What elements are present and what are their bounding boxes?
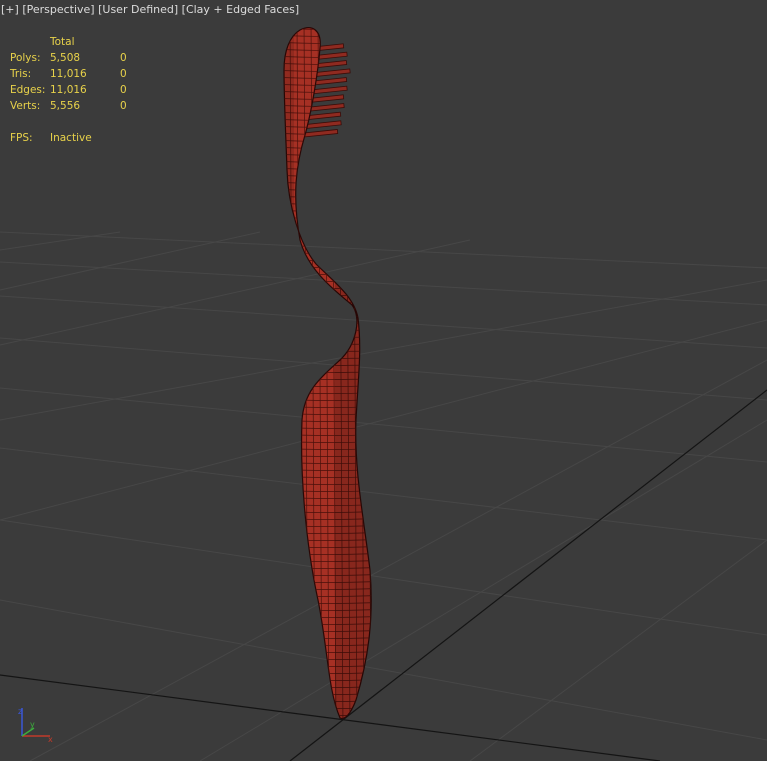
mesh-ring-line [284,349,372,352]
mesh-loop-line [374,20,378,730]
grid-line-v [29,359,767,761]
grid-line-h [0,261,767,306]
axis-x-label: x [48,735,53,744]
grid-line-h [0,519,767,636]
mesh-ring-line [284,223,372,226]
mesh-ring-line [284,230,372,233]
axis-y-line [21,727,35,737]
mesh-ring-line [284,685,372,688]
mesh-ring-line [284,265,372,268]
mesh-ring-line [284,251,372,254]
toothbrush-model[interactable] [270,20,395,740]
mesh-ring-line [284,27,372,30]
grid-line-h [0,337,767,401]
mesh-ring-line [284,307,372,310]
mesh-ring-line [284,321,372,324]
mesh-ring-line [284,293,372,296]
grid-line-v [199,419,767,761]
mesh-ring-line [284,286,372,289]
grid-main-axis-x [0,674,661,761]
mesh-ring-line [284,34,372,37]
grid-line-v [0,239,471,346]
axis-z-label: z [18,707,22,716]
mesh-ring-line [284,258,372,261]
grid-line-h [0,447,767,541]
mesh-ring-line [284,335,372,338]
mesh-ring-line [284,209,372,212]
axis-tripod-icon: z y x [18,707,53,744]
grid-line-v [469,539,767,761]
ground-grid [0,20,767,761]
mesh-ring-line [284,237,372,240]
mesh-ring-line [284,356,372,359]
viewport-perspective[interactable]: [+] [Perspective] [User Defined] [Clay +… [0,0,767,761]
mesh-ring-line [284,328,372,331]
viewport-pov-menu[interactable]: [Perspective] [22,3,94,16]
grid-line-h [0,599,767,741]
mesh-ring-line [284,195,372,198]
mesh-ring-line [284,713,372,716]
mesh-loop-line [276,20,280,730]
viewport-label-menu: [+] [Perspective] [User Defined] [Clay +… [1,3,299,16]
bristle-tuft [303,129,339,138]
grid-line-v [0,231,261,291]
mesh-ring-line [284,300,372,303]
mesh-ring-line [284,692,372,695]
viewport-shading-menu[interactable]: [User Defined] [98,3,178,16]
mesh-ring-line [284,272,372,275]
grid-line-h [0,295,767,349]
mesh-ring-line [284,216,372,219]
mesh-ring-line [284,699,372,702]
mesh-ring-line [284,342,372,345]
stats-header-total: Total [50,36,75,48]
mesh-ring-line [284,202,372,205]
viewport-style-menu[interactable]: [Clay + Edged Faces] [182,3,300,16]
axis-y-label: y [30,720,35,729]
viewport-plus-menu[interactable]: [+] [1,3,19,16]
bristle-tuft [305,120,342,129]
grid-line-h [0,231,767,269]
